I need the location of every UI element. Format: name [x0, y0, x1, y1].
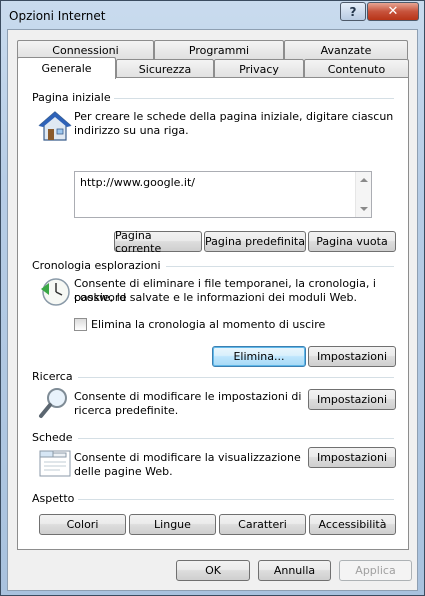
fonts-button[interactable]: Caratteri: [219, 514, 306, 535]
search-section-title: Ricerca: [32, 370, 73, 383]
search-desc-line1: Consente di modificare le impostazioni d…: [74, 390, 302, 403]
blank-page-button[interactable]: Pagina vuota: [308, 231, 396, 252]
accessibility-button[interactable]: Accessibilità: [309, 514, 396, 535]
history-desc-line2: password salvate e le informazioni dei m…: [74, 291, 357, 304]
delete-history-button[interactable]: Elimina...: [212, 346, 306, 367]
tab-sicurezza[interactable]: Sicurezza: [116, 59, 214, 78]
separator: [78, 438, 394, 439]
home-desc-line2: indirizzo su una riga.: [74, 124, 189, 137]
home-url-value: http://www.google.it/: [80, 176, 195, 189]
dialog-client: Connessioni Programmi Avanzate Generale …: [7, 29, 418, 591]
tab-avanzate[interactable]: Avanzate: [284, 40, 408, 59]
tabs-desc-line1: Consente di modificare la visualizzazion…: [74, 451, 301, 464]
close-button[interactable]: ✕: [367, 2, 419, 21]
default-page-button[interactable]: Pagina predefinita: [204, 231, 306, 252]
colors-button[interactable]: Colori: [39, 514, 126, 535]
separator: [166, 266, 394, 267]
current-page-button[interactable]: Pagina corrente: [114, 229, 202, 255]
general-tab-panel: Pagina iniziale Per creare le schede del…: [17, 77, 409, 550]
delete-on-exit-checkbox[interactable]: [74, 318, 87, 331]
internet-options-window: Opzioni Internet ? ✕ Connessioni Program…: [0, 0, 425, 596]
url-scrollbar[interactable]: [355, 172, 371, 217]
tab-privacy[interactable]: Privacy: [214, 59, 304, 78]
separator: [78, 377, 394, 378]
tabs-settings-button[interactable]: Impostazioni: [308, 447, 396, 468]
scroll-up-icon[interactable]: [360, 178, 368, 182]
search-magnifier-icon: [39, 388, 67, 418]
history-clock-icon: [41, 278, 70, 306]
home-icon: [38, 111, 72, 141]
home-url-textarea[interactable]: http://www.google.it/: [74, 171, 372, 218]
scroll-down-icon[interactable]: [360, 207, 368, 211]
home-desc-line1: Per creare le schede della pagina inizia…: [74, 110, 394, 123]
tab-generale[interactable]: Generale: [17, 57, 116, 79]
ok-button[interactable]: OK: [176, 560, 250, 581]
home-section-title: Pagina iniziale: [32, 91, 111, 104]
cancel-button[interactable]: Annulla: [258, 560, 331, 581]
tab-contenuto[interactable]: Contenuto: [304, 59, 409, 78]
tabs-section-title: Schede: [32, 431, 73, 444]
apply-button[interactable]: Applica: [339, 560, 412, 581]
history-settings-button[interactable]: Impostazioni: [308, 346, 396, 367]
languages-button[interactable]: Lingue: [129, 514, 216, 535]
separator: [78, 499, 394, 500]
tabs-window-icon: [39, 450, 71, 477]
history-section-title: Cronologia esplorazioni: [32, 259, 161, 272]
separator: [114, 98, 394, 99]
search-settings-button[interactable]: Impostazioni: [308, 389, 396, 410]
delete-on-exit-label[interactable]: Elimina la cronologia al momento di usci…: [91, 318, 325, 332]
title-bar[interactable]: Opzioni Internet ? ✕: [1, 1, 424, 31]
tab-programmi[interactable]: Programmi: [154, 40, 284, 59]
tabs-desc-line2: delle pagine Web.: [74, 465, 173, 478]
appearance-section-title: Aspetto: [32, 492, 75, 505]
window-title: Opzioni Internet: [9, 9, 106, 23]
help-button[interactable]: ?: [340, 2, 366, 21]
search-desc-line2: ricerca predefinite.: [74, 404, 179, 417]
